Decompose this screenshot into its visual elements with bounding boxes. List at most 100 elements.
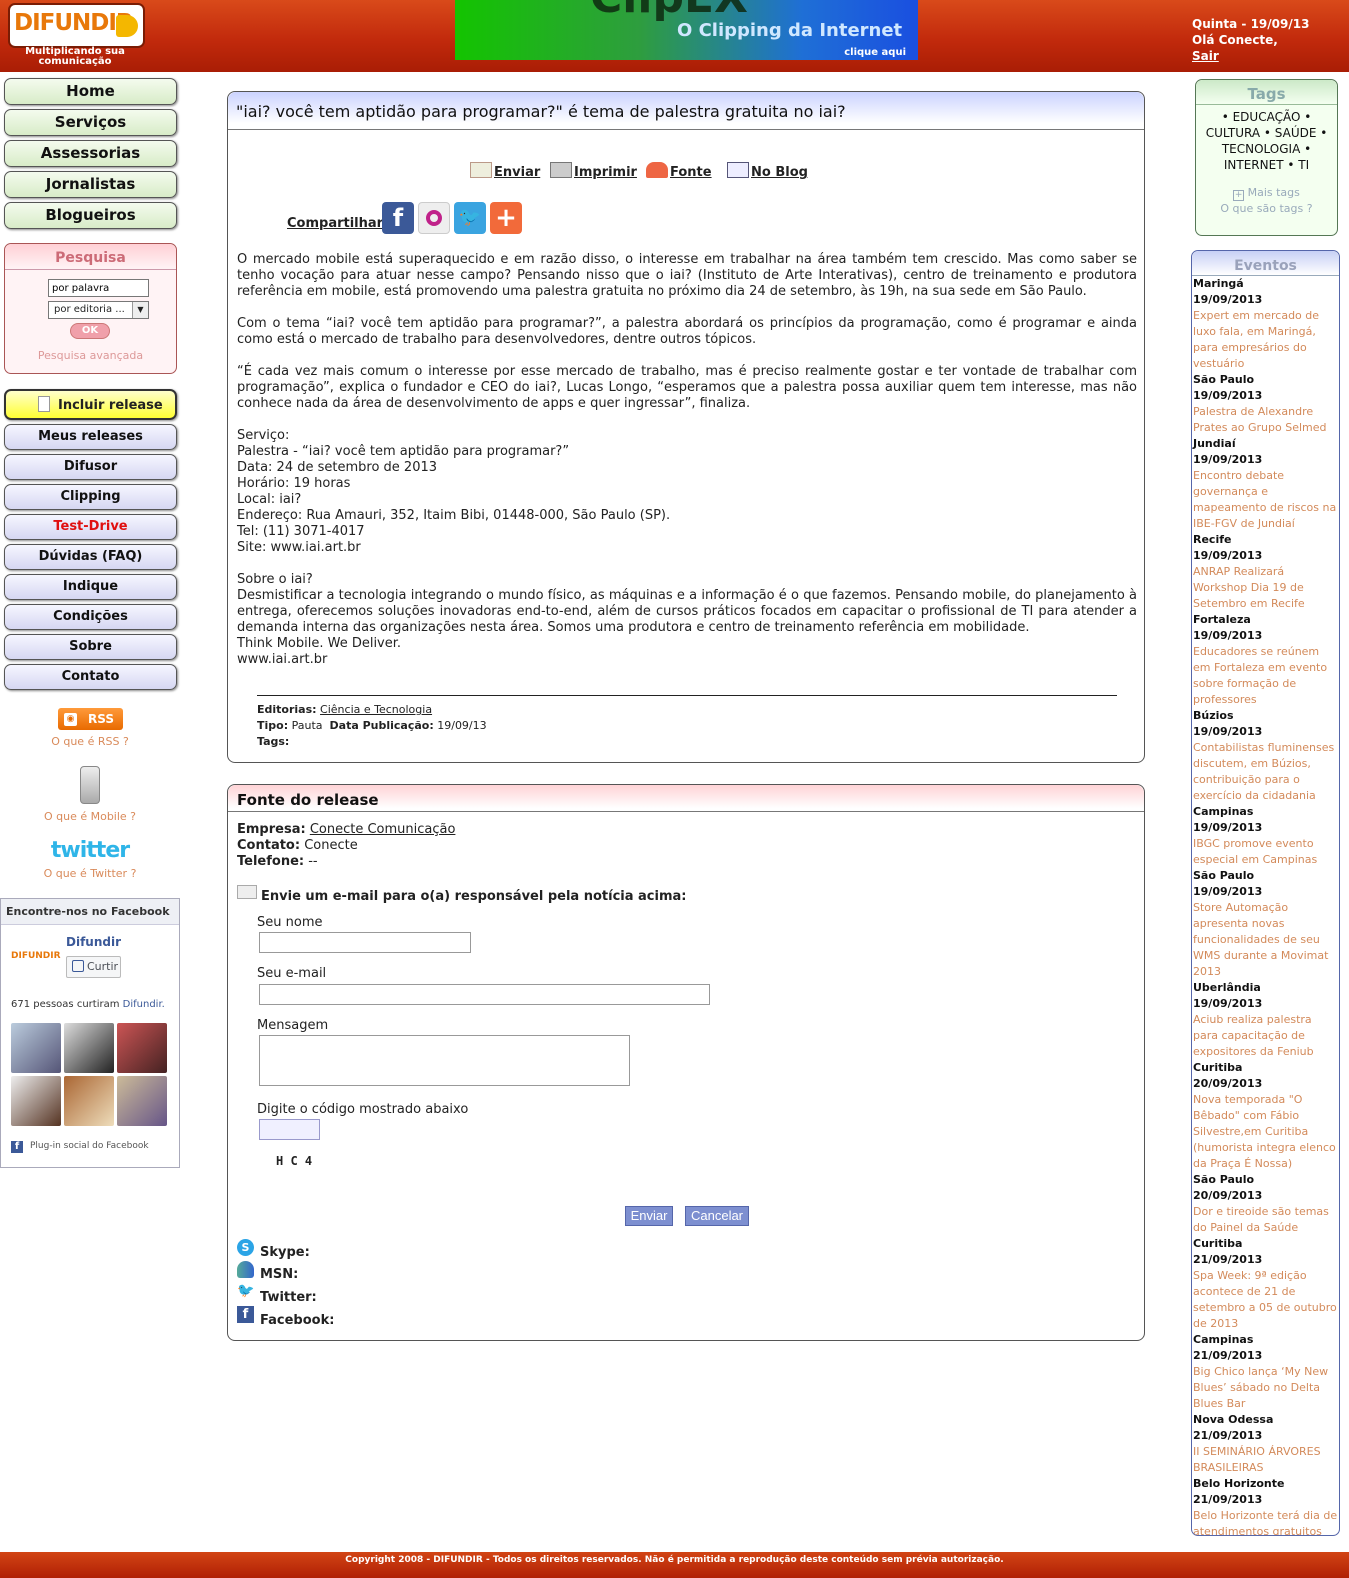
twitter-help-link[interactable]: O que é Twitter ?: [0, 867, 180, 880]
event-link[interactable]: Expert em mercado de luxo fala, em Marin…: [1193, 308, 1339, 372]
event-item: Recife 19/09/2013 ANRAP Realizará Workshop…: [1192, 532, 1339, 612]
tipo-value: Pauta: [291, 719, 323, 732]
event-item: Campinas 21/09/2013 Big Chico lança ‘My Ne…: [1192, 1332, 1339, 1412]
name-input[interactable]: [259, 932, 471, 953]
category-select[interactable]: por editoria ... ▼: [48, 301, 149, 319]
cancel-button[interactable]: Cancelar: [685, 1206, 749, 1226]
mobile-help-link[interactable]: O que é Mobile ?: [0, 810, 180, 823]
tag-line[interactable]: • EDUCAÇÃO •: [1196, 109, 1337, 125]
data-value: 19/09/13: [437, 719, 487, 732]
event-link[interactable]: II SEMINÁRIO ÁRVORES BRASILEIRAS: [1193, 1444, 1339, 1476]
fan-avatar[interactable]: [117, 1076, 167, 1126]
tag-line[interactable]: TECNOLOGIA •: [1196, 141, 1337, 157]
fan-avatar[interactable]: [64, 1023, 114, 1073]
email-input[interactable]: [259, 984, 710, 1005]
tag-line[interactable]: INTERNET • TI: [1196, 157, 1337, 173]
search-word-input[interactable]: [48, 279, 149, 297]
event-city: Curitiba: [1193, 1061, 1243, 1074]
fan-avatar[interactable]: [11, 1076, 61, 1126]
facebook-plugin-label[interactable]: Plug-in social do Facebook: [30, 1141, 149, 1151]
event-date: 21/09/2013: [1193, 1253, 1263, 1266]
orkut-share-icon[interactable]: [418, 202, 450, 234]
nav-blogueiros[interactable]: Blogueiros: [4, 202, 177, 229]
logo-text: DIFUNDIR: [14, 10, 134, 36]
include-release-button[interactable]: Incluir release: [4, 389, 177, 420]
event-link[interactable]: Dor e tireoide são temas do Painel da Sa…: [1193, 1204, 1339, 1236]
nav-faq[interactable]: Dúvidas (FAQ): [4, 544, 177, 570]
clipex-banner[interactable]: ClipEX O Clipping da Internet clique aqu…: [455, 0, 918, 60]
tag-line[interactable]: CULTURA • SAÚDE •: [1196, 125, 1337, 141]
twitter-logo[interactable]: twitter: [0, 838, 180, 863]
nav-indique[interactable]: Indique: [4, 574, 177, 600]
event-link[interactable]: Aciub realiza palestra para capacitação …: [1193, 1012, 1339, 1060]
event-link[interactable]: Big Chico lança ‘My New Blues’ sábado no…: [1193, 1364, 1339, 1412]
about-line: Desmistificar a tecnologia integrando o …: [237, 588, 1137, 635]
blog-link[interactable]: No Blog: [727, 162, 808, 180]
mobile-phone-icon[interactable]: [80, 766, 100, 804]
nav-jornalistas[interactable]: Jornalistas: [4, 171, 177, 198]
print-link[interactable]: Imprimir: [550, 162, 637, 180]
nav-home[interactable]: Home: [4, 78, 177, 105]
facebook-like-button[interactable]: Curtir: [66, 956, 121, 978]
send-button[interactable]: Enviar: [625, 1206, 673, 1226]
nav-test-drive[interactable]: Test-Drive: [4, 514, 177, 540]
more-tags-link[interactable]: + Mais tags: [1196, 185, 1337, 201]
event-link[interactable]: Palestra de Alexandre Prates ao Grupo Se…: [1193, 404, 1339, 436]
event-link[interactable]: Nova temporada "O Bêbado" com Fábio Silv…: [1193, 1092, 1339, 1172]
chevron-down-icon[interactable]: ▼: [132, 302, 148, 318]
more-share-icon[interactable]: +: [490, 202, 522, 234]
what-are-tags-link[interactable]: O que são tags ?: [1196, 201, 1337, 217]
event-link[interactable]: Contabilistas fluminenses discutem, em B…: [1193, 740, 1339, 804]
empresa-link[interactable]: Conecte Comunicação: [310, 822, 456, 837]
event-date: 19/09/2013: [1193, 293, 1263, 306]
nav-contato[interactable]: Contato: [4, 664, 177, 690]
search-ok-button[interactable]: OK: [70, 323, 110, 339]
facebook-page-name[interactable]: Difundir: [66, 935, 121, 949]
event-city: Recife: [1193, 533, 1232, 546]
rss-button[interactable]: ◉ RSS: [58, 708, 123, 730]
event-link[interactable]: ANRAP Realizará Workshop Dia 19 de Setem…: [1193, 564, 1339, 612]
msn-label: MSN:: [260, 1267, 299, 1282]
telefone-row: Telefone: --: [237, 854, 318, 869]
envelope-icon: [237, 885, 257, 899]
msn-icon: [237, 1261, 254, 1278]
nav-sobre[interactable]: Sobre: [4, 634, 177, 660]
event-date: 20/09/2013: [1193, 1077, 1263, 1090]
twitter-share-icon[interactable]: 🐦: [454, 202, 486, 234]
source-link[interactable]: Fonte: [646, 162, 712, 180]
like-count-link[interactable]: Difundir.: [123, 999, 165, 1010]
skype-icon: S: [237, 1239, 254, 1256]
article-panel: "iai? você tem aptidão para programar?" …: [227, 91, 1145, 763]
event-link[interactable]: Store Automação apresenta novas funciona…: [1193, 900, 1339, 980]
fan-avatar[interactable]: [11, 1023, 61, 1073]
editoria-link[interactable]: Ciência e Tecnologia: [320, 703, 432, 716]
event-link[interactable]: Belo Horizonte terá dia de atendimentos …: [1193, 1508, 1339, 1535]
source-title: Fonte do release: [228, 785, 1144, 812]
banner-link[interactable]: clique aqui: [844, 47, 906, 58]
facebook-share-icon[interactable]: f: [382, 202, 414, 234]
captcha-input[interactable]: [259, 1119, 320, 1140]
event-link[interactable]: IBGC promove evento especial em Campinas: [1193, 836, 1339, 868]
event-link[interactable]: Educadores se reúnem em Fortaleza em eve…: [1193, 644, 1339, 708]
fan-avatar[interactable]: [64, 1076, 114, 1126]
event-link[interactable]: Encontro debate governança e mapeamento …: [1193, 468, 1339, 532]
difundir-logo[interactable]: DIFUNDIR: [8, 3, 145, 48]
rss-help-link[interactable]: O que é RSS ?: [0, 735, 180, 748]
phone-icon: [646, 162, 668, 178]
send-email-link[interactable]: Enviar: [470, 162, 540, 180]
logout-link[interactable]: Sair: [1192, 49, 1219, 63]
nav-assessorias[interactable]: Assessorias: [4, 140, 177, 167]
search-panel: Pesquisa por editoria ... ▼ OK Pesquisa …: [4, 243, 177, 374]
difundir-small-logo[interactable]: DIFUNDIR: [11, 951, 61, 961]
nav-servicos[interactable]: Serviços: [4, 109, 177, 136]
advanced-search-link[interactable]: Pesquisa avançada: [5, 349, 176, 362]
nav-clipping[interactable]: Clipping: [4, 484, 177, 510]
event-link[interactable]: Spa Week: 9ª edição acontece de 21 de se…: [1193, 1268, 1339, 1332]
fan-avatar[interactable]: [117, 1023, 167, 1073]
message-textarea[interactable]: [259, 1035, 630, 1086]
event-item: Curitiba 20/09/2013 Nova temporada "O Bêba…: [1192, 1060, 1339, 1172]
nav-difusor[interactable]: Difusor: [4, 454, 177, 480]
about-line: www.iai.art.br: [237, 652, 328, 667]
nav-meus-releases[interactable]: Meus releases: [4, 424, 177, 450]
nav-condicoes[interactable]: Condições: [4, 604, 177, 630]
